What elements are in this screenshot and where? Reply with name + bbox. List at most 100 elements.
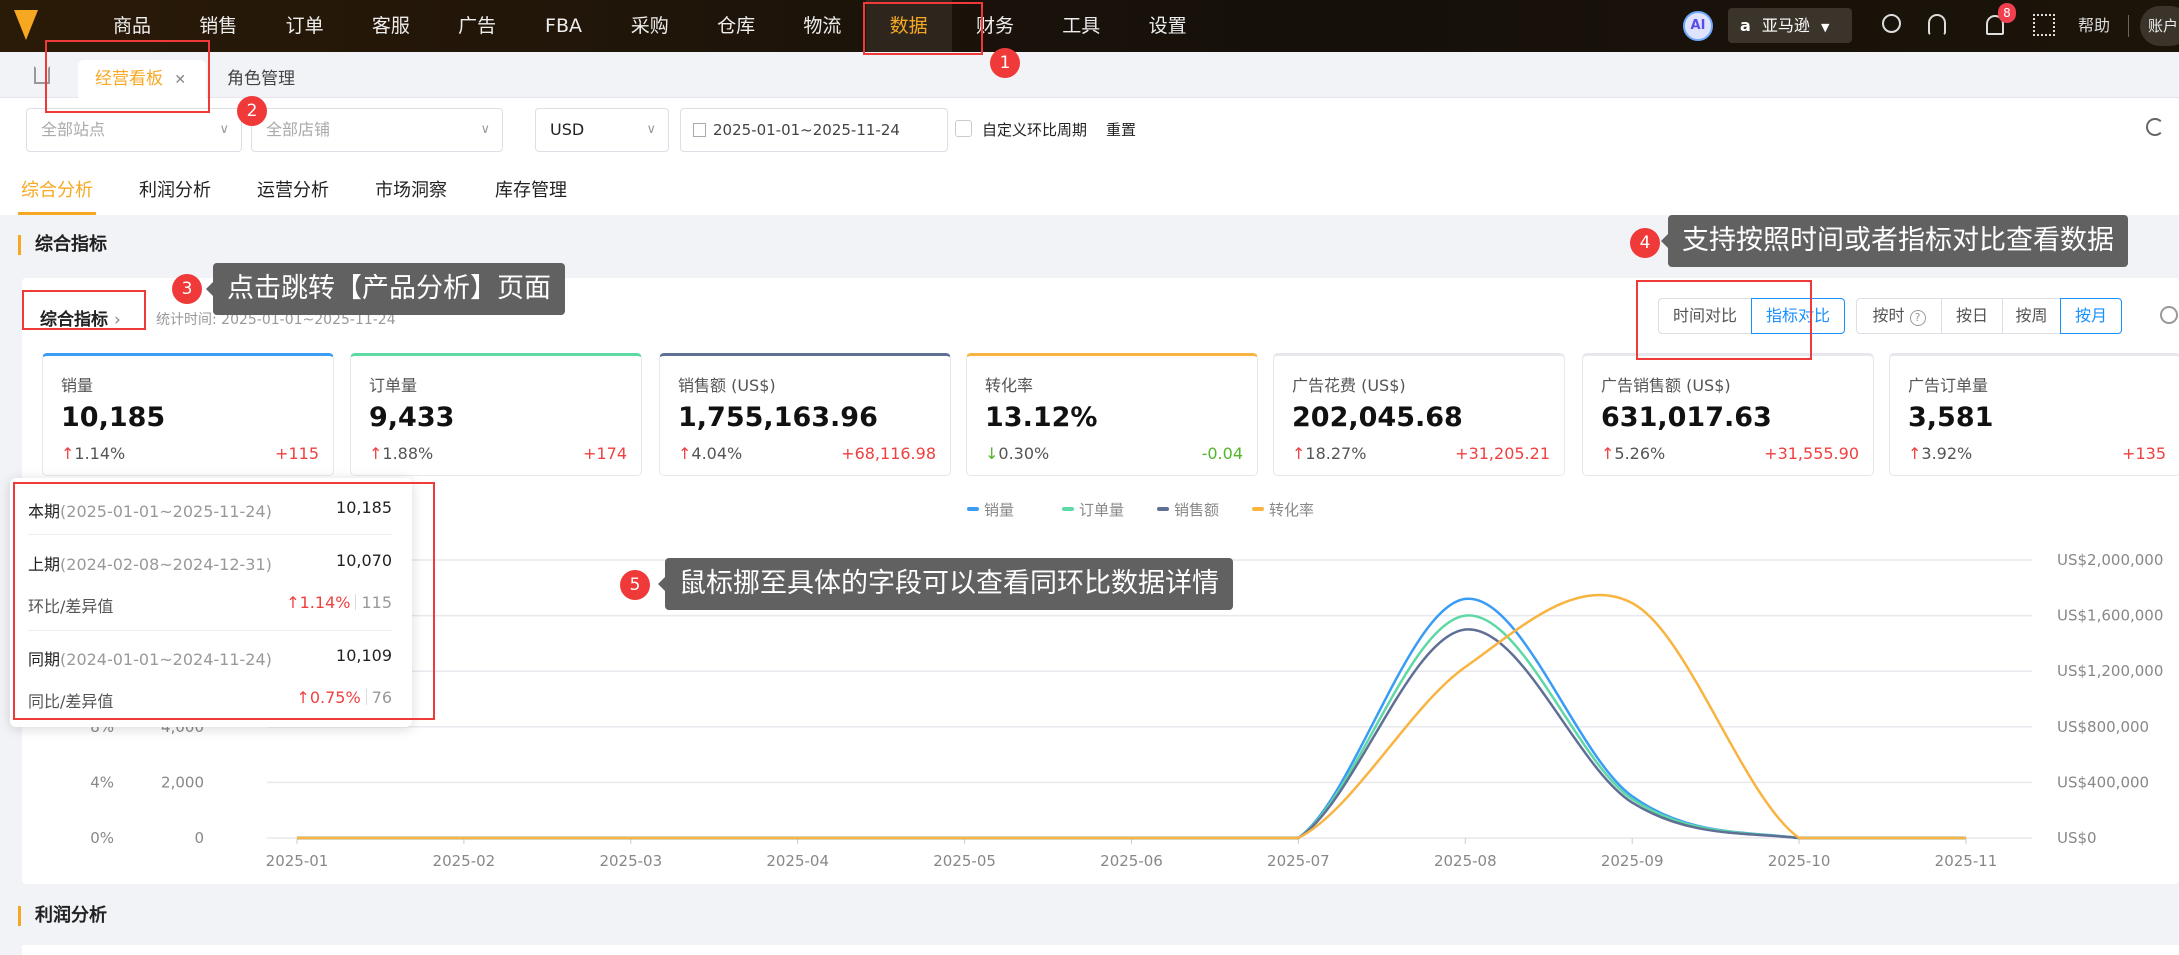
headset-icon[interactable] [1928, 14, 1946, 36]
metric-card[interactable]: 销售额 (US$) 1,755,163.96 ↑4.04% +68,116.98 [659, 353, 951, 476]
date-range-picker[interactable]: 2025-01-01~2025-11-24 [680, 108, 948, 152]
caret-down-icon: ▼ [1821, 21, 1830, 34]
legend-label[interactable]: 销量 [984, 501, 1014, 519]
nav-item[interactable]: 仓库 [693, 0, 779, 52]
metric-card[interactable]: 广告销售额 (US$) 631,017.63 ↑5.26% +31,555.90 [1582, 353, 1874, 476]
metric-card[interactable]: 销量 10,185 ↑1.14% +115 [42, 353, 334, 476]
currency-select[interactable]: USD ∨ [535, 108, 669, 152]
nav-item[interactable]: 广告 [434, 0, 520, 52]
metric-label: 广告花费 (US$) [1292, 376, 1406, 395]
annotation-box-5 [13, 482, 435, 720]
subtab[interactable]: 运营分析 [257, 176, 329, 202]
section-title-profit: 利润分析 [18, 906, 107, 926]
reset-button[interactable]: 重置 [1106, 119, 1136, 140]
custom-period-label: 自定义环比周期 [982, 121, 1088, 139]
metric-change: ↑3.92% [1908, 444, 1972, 463]
settings-icon[interactable] [2160, 306, 2178, 324]
arrow-up-icon: ↑ [1292, 444, 1306, 463]
metric-value: 631,017.63 [1601, 402, 1772, 433]
refresh-icon[interactable] [2146, 118, 2164, 136]
annotation-box-4 [1636, 280, 1812, 360]
ai-icon[interactable]: AI [1683, 11, 1713, 41]
granularity-week[interactable]: 按周 [2002, 298, 2061, 334]
metric-diff: +31,555.90 [1764, 444, 1859, 463]
metric-label: 销售额 (US$) [678, 376, 776, 395]
metric-change-percent: 1.14% [74, 444, 126, 463]
granularity-hour-label: 按时 [1872, 306, 1905, 325]
apps-grid-icon[interactable] [2033, 14, 2055, 36]
search-icon[interactable] [1882, 14, 1901, 33]
x-axis-label: 2025-10 [1768, 852, 1831, 870]
logo-icon[interactable] [14, 10, 38, 40]
metric-card[interactable]: 广告花费 (US$) 202,045.68 ↑18.27% +31,205.21 [1273, 353, 1565, 476]
metric-value: 202,045.68 [1292, 402, 1463, 433]
metric-value: 9,433 [369, 402, 455, 433]
custom-period-checkbox[interactable] [955, 120, 972, 137]
currency-value: USD [550, 120, 585, 139]
metric-change: ↑4.04% [678, 444, 742, 463]
account-avatar[interactable]: 账户 [2140, 6, 2179, 46]
nav-item[interactable]: 工具 [1038, 0, 1124, 52]
top-nav-bar: 商品 销售 订单 客服 广告 FBA 采购 仓库 物流 数据 财务 工具 设置 AI a 亚马逊 ▼ 8… [0, 0, 2179, 52]
platform-select[interactable]: a 亚马逊 ▼ [1728, 8, 1852, 43]
metric-label: 销量 [61, 376, 94, 395]
metric-card[interactable]: 订单量 9,433 ↑1.88% +174 [350, 353, 642, 476]
series-line[interactable] [297, 593, 1966, 840]
metric-value: 10,185 [61, 402, 166, 433]
metric-diff: +174 [583, 444, 627, 463]
granularity-day[interactable]: 按日 [1941, 298, 2003, 334]
legend-label[interactable]: 转化率 [1269, 501, 1314, 519]
annotation-box-1 [863, 2, 983, 55]
annotation-box-3 [22, 290, 146, 330]
metric-value: 3,581 [1908, 402, 1994, 433]
nav-item[interactable]: 物流 [779, 0, 865, 52]
metric-card[interactable]: 转化率 13.12% ↓0.30% -0.04 [966, 353, 1258, 476]
annotation-badge-4: 4 [1630, 228, 1660, 258]
metric-change: ↑1.88% [369, 444, 433, 463]
series-line[interactable] [297, 628, 1966, 840]
nav-item[interactable]: 采购 [607, 0, 693, 52]
metric-value: 13.12% [985, 402, 1098, 433]
calendar-icon [693, 123, 706, 137]
shop-select[interactable]: 全部店铺 ∨ [251, 108, 503, 152]
metric-change: ↑5.26% [1601, 444, 1665, 463]
nav-item[interactable]: 客服 [348, 0, 434, 52]
metric-change: ↑1.14% [61, 444, 125, 463]
nav-item[interactable]: FBA [521, 0, 607, 52]
metric-diff: +68,116.98 [841, 444, 936, 463]
chevron-down-icon: ∨ [646, 122, 656, 137]
arrow-up-icon: ↑ [1908, 444, 1922, 463]
subtab[interactable]: 综合分析 [21, 176, 93, 202]
granularity-hour[interactable]: 按时 ? [1856, 298, 1942, 334]
x-axis-label: 2025-04 [766, 852, 829, 870]
subtab[interactable]: 利润分析 [139, 176, 211, 202]
nav-item[interactable]: 订单 [262, 0, 348, 52]
nav-item[interactable]: 设置 [1125, 0, 1211, 52]
help-circle-icon[interactable]: ? [1909, 310, 1926, 326]
subtab[interactable]: 市场洞察 [375, 176, 447, 202]
help-link[interactable]: 帮助 [2078, 0, 2110, 52]
metric-diff: -0.04 [1201, 444, 1243, 463]
legend-label[interactable]: 订单量 [1079, 501, 1124, 519]
annotation-badge-1: 1 [990, 48, 1020, 78]
metric-card[interactable]: 广告订单量 3,581 ↑3.92% +135 [1889, 353, 2179, 476]
legend-swatch [1157, 507, 1169, 511]
right-axis-tick: US$2,000,000 [2057, 551, 2163, 569]
x-axis-label: 2025-06 [1100, 852, 1163, 870]
tab-role-management[interactable]: 角色管理 [227, 60, 295, 98]
x-axis-label: 2025-07 [1267, 852, 1330, 870]
granularity-month[interactable]: 按月 [2060, 298, 2122, 334]
metric-value: 1,755,163.96 [678, 402, 878, 433]
subtab[interactable]: 库存管理 [495, 176, 567, 202]
legend-label[interactable]: 销售额 [1174, 501, 1219, 519]
x-axis-label: 2025-08 [1434, 852, 1497, 870]
site-select[interactable]: 全部站点 ∨ [26, 108, 242, 152]
left-axis-tick: 0 [194, 829, 204, 847]
pct-axis-tick: 4% [90, 773, 114, 791]
metric-label: 订单量 [369, 376, 418, 395]
metric-change-percent: 4.04% [691, 444, 743, 463]
metric-label: 广告销售额 (US$) [1601, 376, 1731, 395]
platform-label: 亚马逊 [1761, 16, 1810, 35]
annotation-callout-4: 支持按照时间或者指标对比查看数据 [1661, 215, 2128, 267]
divider [2128, 15, 2129, 37]
